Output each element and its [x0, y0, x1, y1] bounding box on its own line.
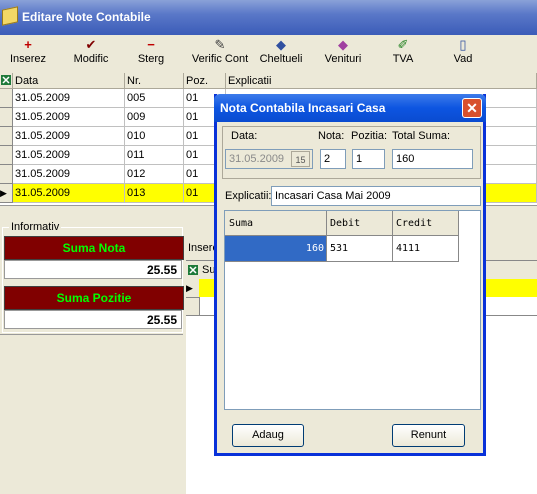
suma-nota-value: 25.55 — [4, 260, 182, 279]
vat-icon: ✐ — [397, 37, 409, 52]
cancel-button[interactable]: Renunt — [392, 424, 465, 447]
cell-nr[interactable]: 009 — [125, 108, 184, 127]
explicatii-field[interactable]: Incasari Casa Mai 2009 — [271, 186, 481, 206]
col-header-poz[interactable]: Poz. — [184, 73, 226, 89]
expenses-icon: ◆ — [276, 37, 286, 52]
nota-field[interactable]: 2 — [320, 149, 346, 169]
cell-nr[interactable]: 012 — [125, 165, 184, 184]
income-icon: ◆ — [338, 37, 348, 52]
app-icon — [2, 6, 18, 26]
row-indicator — [186, 297, 200, 316]
suma-pozitie-value: 25.55 — [4, 310, 182, 329]
cell-nr[interactable]: 005 — [125, 89, 184, 108]
calendar-day: 15 — [295, 155, 306, 165]
cell-data[interactable]: 31.05.2009 — [13, 89, 125, 108]
row-indicator — [0, 146, 13, 165]
excel-icon — [188, 265, 198, 275]
plus-icon: + — [24, 37, 32, 52]
cell-nr[interactable]: 011 — [125, 146, 184, 165]
calendar-icon[interactable]: 15 — [291, 151, 310, 167]
vat-button[interactable]: ✐ TVA — [386, 35, 420, 73]
toolbar: + Inserez ✔ Modific − Sterg ✎ Verific Co… — [0, 35, 537, 74]
informativ-legend: Informativ — [9, 221, 62, 233]
total-suma-label: Total Suma: — [392, 130, 451, 142]
col-header-credit[interactable]: Credit — [393, 211, 459, 236]
window-title: Editare Note Contabile — [22, 10, 151, 24]
pozitia-field[interactable]: 1 — [352, 149, 385, 169]
suma-nota-label: Suma Nota — [4, 236, 184, 260]
row-indicator — [0, 165, 13, 184]
col-header-data[interactable]: Data — [13, 73, 125, 89]
cell-suma[interactable]: 160 — [225, 236, 327, 262]
suma-pozitie-label: Suma Pozitie — [4, 286, 184, 310]
total-suma-field[interactable]: 160 — [392, 149, 473, 169]
row-indicator — [0, 127, 13, 146]
close-icon[interactable]: ✕ — [462, 98, 482, 118]
informativ-panel: Informativ Suma Nota 25.55 Suma Pozitie … — [0, 221, 184, 494]
delete-button[interactable]: − Sterg — [130, 35, 172, 73]
cell-nr[interactable]: 013 — [125, 184, 184, 203]
cell-data[interactable]: 31.05.2009 — [13, 165, 125, 184]
modify-button[interactable]: ✔ Modific — [66, 35, 116, 73]
cell-credit[interactable]: 4111 — [393, 236, 459, 262]
grid-corner[interactable] — [0, 73, 13, 89]
cell-nr[interactable]: 010 — [125, 127, 184, 146]
dialog-title: Nota Contabila Incasari Casa — [220, 101, 386, 115]
cell-data[interactable]: 31.05.2009 — [13, 108, 125, 127]
verify-account-button[interactable]: ✎ Verific Cont — [188, 35, 252, 73]
col-header-nr[interactable]: Nr. — [125, 73, 184, 89]
checkmark-icon: ✔ — [85, 37, 97, 52]
expenses-button[interactable]: ◆ Cheltueli — [256, 35, 306, 73]
current-row-arrow-icon: ▶ — [0, 184, 13, 203]
cell-data[interactable]: 31.05.2009 — [13, 184, 125, 203]
income-button[interactable]: ◆ Venituri — [318, 35, 368, 73]
view-icon: ▯ — [459, 37, 467, 52]
cell-debit[interactable]: 531 — [327, 236, 393, 262]
excel-icon — [1, 75, 11, 85]
explicatii-label: Explicatii: — [225, 190, 272, 202]
informativ-group: Informativ Suma Nota 25.55 Suma Pozitie … — [2, 221, 184, 333]
view-button[interactable]: ▯ Vad — [446, 35, 480, 73]
current-row-arrow-icon: ▶ — [186, 279, 200, 297]
pozitia-label: Pozitia: — [351, 130, 388, 142]
verify-icon: ✎ — [214, 37, 226, 52]
dialog-grid[interactable]: Suma Debit Credit 160 531 4111 — [224, 210, 481, 410]
insert-button[interactable]: + Inserez — [5, 35, 51, 73]
dialog-titlebar: Nota Contabila Incasari Casa ✕ — [214, 94, 486, 122]
col-header-explicatii[interactable]: Explicatii — [226, 73, 537, 89]
data-label: Data: — [231, 130, 258, 142]
add-button[interactable]: Adaug — [232, 424, 304, 447]
col-header-debit[interactable]: Debit — [327, 211, 393, 236]
date-value: 31.05.2009 — [229, 153, 285, 165]
nota-label: Nota: — [318, 130, 345, 142]
left-empty-area — [0, 334, 183, 494]
row-indicator — [0, 108, 13, 127]
cell-data[interactable]: 31.05.2009 — [13, 127, 125, 146]
col-header-suma[interactable]: Suma — [225, 211, 327, 236]
window-titlebar: Editare Note Contabile — [0, 0, 537, 35]
cell-data[interactable]: 31.05.2009 — [13, 146, 125, 165]
minus-icon: − — [147, 37, 155, 52]
row-indicator — [0, 89, 13, 108]
